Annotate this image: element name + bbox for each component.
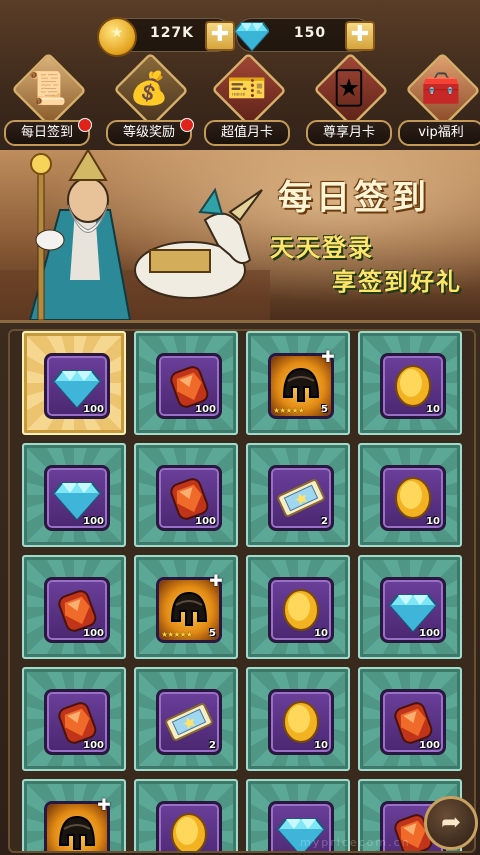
reward-cell[interactable]: ✚ ★★★★★ 5 [134, 555, 238, 659]
month-card-icon: 🎫 [227, 69, 267, 107]
diamond-icon [235, 22, 269, 51]
reward-slot: 10 [380, 465, 446, 531]
reward-cell[interactable]: 100 [358, 555, 462, 659]
add-gold-button[interactable]: ✚ [205, 21, 235, 51]
reward-slot: ✚ ★★★★★ 5 [268, 349, 335, 419]
reward-slot: ✚ ★★★★★ 5 [156, 573, 223, 643]
reward-slot: 100 [44, 465, 110, 531]
banner-subtitle-1: 天天登录 [270, 234, 374, 262]
reward-grid-panel: 100 100 ✚ ★★★★★ 5 10 100 100 2 10 100 ✚ ★★★★★ 5 10 100 1… [0, 320, 480, 855]
share-arrow-icon: ➦ [440, 808, 462, 836]
reward-slot: 100 [380, 689, 446, 755]
banner-subtitle-2: 享签到好礼 [332, 268, 462, 296]
gem-amount: 150 [293, 25, 327, 41]
reward-slot: ✚ [44, 797, 111, 851]
ticket-icon [165, 703, 213, 741]
treasure-chest-icon: 🧰 [421, 69, 461, 107]
reward-quantity: 100 [83, 404, 104, 415]
reward-cell[interactable]: ✚ ★★★★★ 5 [246, 331, 350, 435]
reward-slot: 100 [380, 577, 446, 643]
reward-slot: 100 [44, 689, 110, 755]
hero-illustration [0, 150, 270, 320]
coin-pile-icon: 💰 [129, 69, 169, 107]
ticket-icon [277, 479, 325, 517]
reward-cell[interactable]: 100 [22, 667, 126, 771]
watermark: mypricecom.cn [300, 836, 411, 849]
gold-currency: 127K ✚ [97, 17, 235, 57]
notification-dot [78, 118, 92, 132]
menu-vip-benefits[interactable]: 🧰 vip福利 [396, 52, 480, 148]
reward-cell[interactable]: 10 [246, 555, 350, 659]
reward-slot [156, 801, 222, 851]
gold-coin-icon [97, 17, 137, 57]
reward-cell[interactable]: 100 [358, 667, 462, 771]
reward-cell[interactable]: 100 [134, 443, 238, 547]
reward-quantity: 100 [195, 516, 216, 527]
reward-quantity: 100 [195, 404, 216, 415]
reward-slot: 100 [156, 353, 222, 419]
reward-cell[interactable]: 10 [358, 331, 462, 435]
reward-cell[interactable]: 100 [22, 555, 126, 659]
menu-label: 超值月卡 [204, 120, 290, 146]
menu-label: vip福利 [398, 120, 480, 146]
reward-quantity: 100 [83, 628, 104, 639]
reward-quantity: 10 [426, 516, 440, 527]
reward-quantity: 5 [321, 404, 328, 415]
reward-quantity: 100 [419, 740, 440, 751]
checkin-banner: 每日签到 天天登录 享签到好礼 [0, 150, 480, 320]
reward-quantity: 5 [209, 628, 216, 639]
reward-slot: 100 [44, 353, 110, 419]
reward-quantity: 2 [321, 516, 328, 527]
reward-quantity: 2 [209, 740, 216, 751]
reward-slot: 2 [268, 465, 334, 531]
notification-dot [180, 118, 194, 132]
reward-slot: 10 [380, 353, 446, 419]
menu-label: 尊享月卡 [306, 120, 392, 146]
reward-quantity: 100 [83, 740, 104, 751]
checkin-scroll-icon: 📜 [27, 69, 67, 107]
reward-cell[interactable]: 10 [358, 443, 462, 547]
reward-cell[interactable]: 100 [134, 331, 238, 435]
premium-card-icon: 🃏 [332, 69, 366, 107]
reward-slot: 100 [44, 577, 110, 643]
reward-grid: 100 100 ✚ ★★★★★ 5 10 100 100 2 10 100 ✚ ★★★★★ 5 10 100 1… [8, 329, 476, 853]
reward-quantity: 10 [314, 740, 328, 751]
gem-currency: 150 ✚ [235, 18, 375, 52]
reward-slot: 100 [156, 465, 222, 531]
coin-icon [171, 813, 207, 851]
helmet-icon [170, 591, 208, 626]
reward-quantity: 10 [314, 628, 328, 639]
reward-slot: 10 [268, 577, 334, 643]
star-rating: ★★★★★ [161, 630, 193, 639]
menu-premium-month-card[interactable]: 🃏 尊享月卡 [304, 52, 392, 148]
banner-title: 每日签到 [278, 178, 430, 218]
top-bar: 127K ✚ 150 ✚ 📜 每日签到 💰 等级奖励 🎫 超值月卡 🃏 尊享月卡… [0, 0, 480, 153]
helmet-icon [58, 815, 96, 850]
reward-cell[interactable]: 10 [246, 667, 350, 771]
reward-quantity: 100 [419, 628, 440, 639]
menu-daily-checkin[interactable]: 📜 每日签到 [2, 52, 92, 148]
reward-cell[interactable]: 2 [246, 443, 350, 547]
reward-cell[interactable] [134, 779, 238, 851]
star-rating: ★★★★★ [273, 406, 305, 415]
reward-cell[interactable]: ✚ [22, 779, 126, 851]
menu-level-rewards[interactable]: 💰 等级奖励 [104, 52, 194, 148]
reward-quantity: 100 [83, 516, 104, 527]
reward-slot: 2 [156, 689, 222, 755]
helmet-icon [282, 367, 320, 402]
reward-cell[interactable]: 2 [134, 667, 238, 771]
share-button[interactable]: ➦ [424, 796, 478, 850]
reward-cell[interactable]: 100 [22, 443, 126, 547]
reward-slot: 10 [268, 689, 334, 755]
reward-quantity: 10 [426, 404, 440, 415]
reward-cell[interactable]: 100 [22, 331, 126, 435]
menu-value-month-card[interactable]: 🎫 超值月卡 [202, 52, 290, 148]
add-gem-button[interactable]: ✚ [345, 21, 375, 51]
gold-amount: 127K [149, 25, 195, 41]
